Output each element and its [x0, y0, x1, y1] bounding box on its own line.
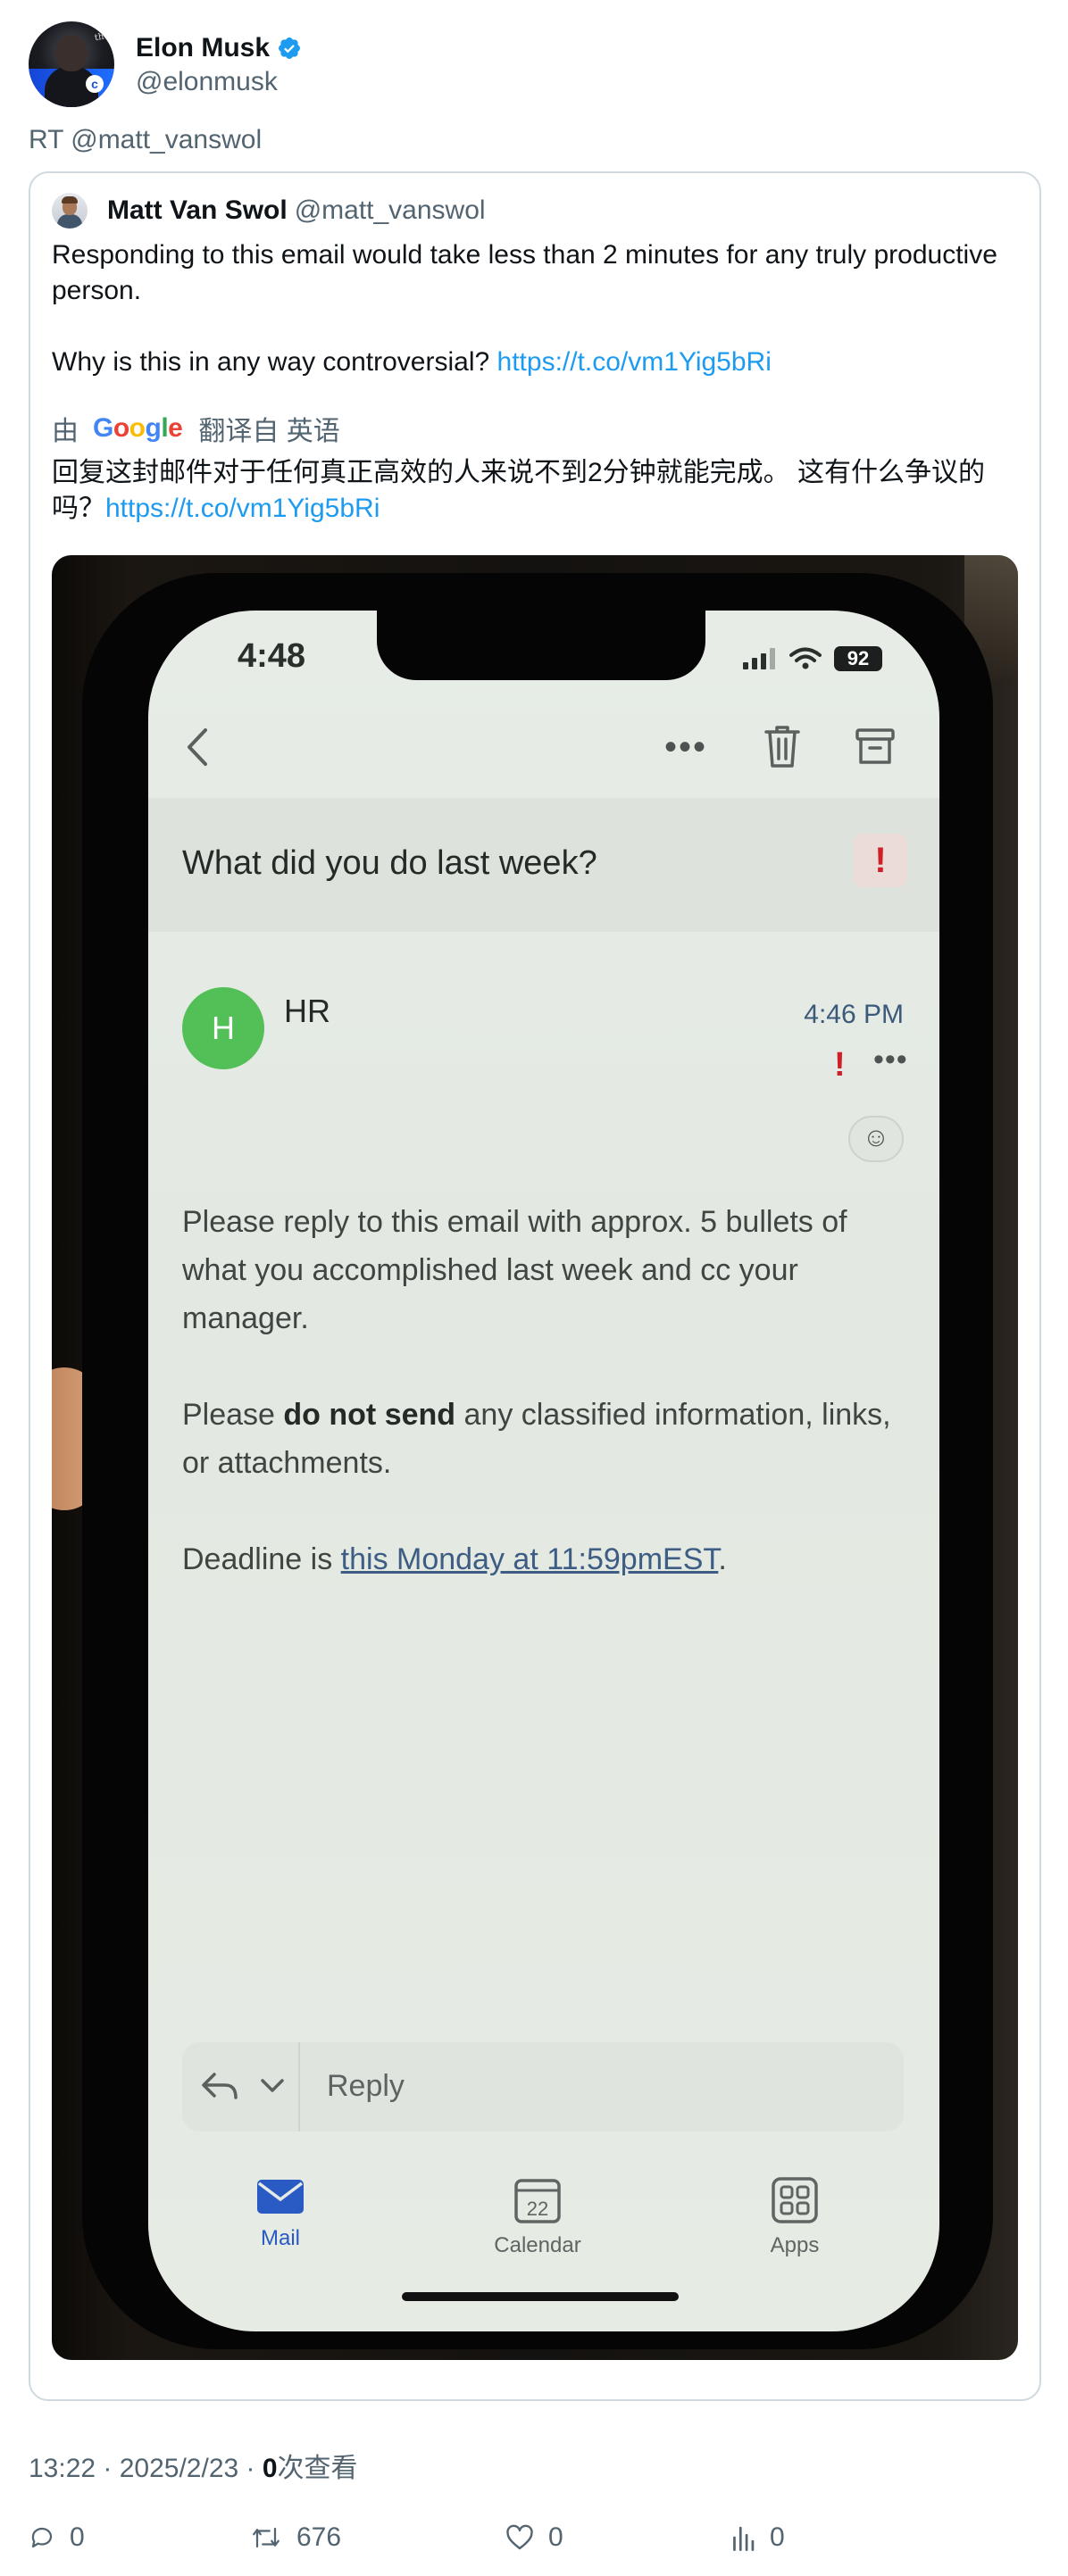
- quoted-text-line2: Why is this in any way controversial?: [52, 347, 490, 377]
- status-icons: 92: [743, 646, 882, 671]
- reply-bar[interactable]: Reply: [182, 2042, 904, 2131]
- retweet-label: RT @matt_vanswol: [29, 125, 263, 154]
- message-more-icon[interactable]: •••: [873, 1044, 908, 1075]
- apps-icon: [772, 2177, 818, 2223]
- subject-bar: What did you do last week? !: [148, 798, 939, 932]
- quoted-tweet-header: Matt Van Swol @matt_vanswol: [52, 193, 486, 229]
- reply-icon: [31, 2527, 53, 2548]
- retweet-icon: [253, 2527, 280, 2548]
- deadline-link[interactable]: this Monday at 11:59pmEST: [341, 1542, 719, 1576]
- signal-icon: [743, 648, 775, 669]
- tab-bar: Mail 22 Calendar Apps: [148, 2164, 939, 2306]
- views-button[interactable]: 0: [730, 2522, 785, 2553]
- quoted-author-name[interactable]: Matt Van Swol: [107, 195, 288, 226]
- views-count: 0: [262, 2454, 278, 2483]
- sender-name[interactable]: HR: [284, 993, 330, 1030]
- mail-body-paragraph-2: Please do not send any classified inform…: [182, 1398, 891, 1480]
- tweet-actions: 0 676 0 0: [29, 2522, 1041, 2555]
- phone-notch: [377, 611, 705, 680]
- avatar-logo-graphic: c: [86, 75, 104, 93]
- wifi-icon: [789, 647, 822, 669]
- translation-attribution[interactable]: 由 Google 翻译自 英语: [52, 411, 340, 446]
- phone-screen: 4:48 92 ••• What did you do last week? !…: [148, 611, 939, 2331]
- home-indicator: [402, 2292, 679, 2301]
- avatar-sign-graphic: the: [93, 30, 110, 44]
- heart-icon: [506, 2524, 533, 2550]
- like-button[interactable]: 0: [505, 2522, 563, 2553]
- important-mark-icon: !: [834, 1046, 846, 1084]
- author-names: Elon Musk @elonmusk: [136, 31, 302, 97]
- reply-arrow-icon[interactable]: [198, 2069, 241, 2105]
- tweet-header: the c Elon Musk @elonmusk: [29, 21, 302, 107]
- mail-body: Please reply to this email with approx. …: [182, 1198, 914, 1632]
- views-label: 次查看: [277, 2454, 358, 2483]
- reaction-emoji-icon[interactable]: ☺: [848, 1116, 904, 1162]
- quoted-tweet-text: Responding to this email would take less…: [52, 237, 1016, 380]
- calendar-icon: 22: [514, 2179, 561, 2223]
- quoted-tweet[interactable]: Matt Van Swol @matt_vanswol Responding t…: [29, 171, 1041, 2401]
- mail-subject: What did you do last week?: [182, 844, 597, 882]
- important-flag-icon[interactable]: !: [854, 834, 907, 887]
- quoted-text-line1: Responding to this email would take less…: [52, 240, 997, 305]
- retweet-count: 676: [296, 2522, 342, 2552]
- author-name[interactable]: Elon Musk: [136, 33, 270, 63]
- tweet-timestamp[interactable]: 13:22 · 2025/2/23 ·: [29, 2454, 263, 2483]
- verified-badge-icon: [279, 37, 300, 59]
- battery-indicator: 92: [834, 646, 882, 671]
- tweet-meta: 13:22 · 2025/2/23 · 0次查看: [29, 2446, 358, 2485]
- like-count: 0: [548, 2522, 563, 2552]
- sender-avatar[interactable]: H: [182, 987, 264, 1069]
- reply-count: 0: [70, 2522, 85, 2552]
- archive-icon[interactable]: [854, 725, 897, 768]
- views-action-count: 0: [770, 2522, 785, 2552]
- calendar-day: 22: [527, 2198, 548, 2220]
- translate-suffix: 翻译自 英语: [198, 417, 340, 446]
- retweet-button[interactable]: 676: [250, 2522, 341, 2553]
- quoted-author-avatar[interactable]: [52, 193, 88, 229]
- mail-toolbar: •••: [148, 700, 939, 789]
- translated-link[interactable]: https://t.co/vm1Yig5bRi: [105, 494, 380, 523]
- author-handle[interactable]: @elonmusk: [136, 67, 302, 97]
- analytics-icon: [733, 2526, 755, 2551]
- reply-button[interactable]: 0: [29, 2522, 85, 2553]
- chevron-down-icon[interactable]: [259, 2074, 286, 2096]
- translated-text: 回复这封邮件对于任何真正高效的人来说不到2分钟就能完成。 这有什么争议的吗？ht…: [52, 455, 1016, 527]
- google-logo: Google: [93, 413, 183, 443]
- tab-calendar[interactable]: 22 Calendar: [457, 2176, 618, 2258]
- mail-body-paragraph-1: Please reply to this email with approx. …: [182, 1205, 847, 1335]
- mail-icon: [257, 2180, 304, 2214]
- author-avatar[interactable]: the c: [29, 21, 114, 107]
- status-time: 4:48: [238, 637, 306, 675]
- mail-time: 4:46 PM: [804, 1000, 904, 1029]
- more-options-icon[interactable]: •••: [664, 729, 707, 765]
- tab-apps[interactable]: Apps: [714, 2176, 875, 2258]
- quoted-author-handle[interactable]: @matt_vanswol: [295, 195, 486, 226]
- tab-mail[interactable]: Mail: [200, 2176, 361, 2251]
- tweet-photo[interactable]: 4:48 92 ••• What did you do last week? !…: [52, 555, 1018, 2360]
- back-arrow-icon[interactable]: [180, 725, 216, 769]
- translate-prefix: 由: [52, 417, 79, 446]
- trash-icon[interactable]: [761, 723, 804, 769]
- quoted-tweet-link[interactable]: https://t.co/vm1Yig5bRi: [497, 347, 772, 377]
- mail-body-paragraph-3: Deadline is this Monday at 11:59pmEST.: [182, 1542, 727, 1576]
- reply-input[interactable]: Reply: [327, 2069, 405, 2104]
